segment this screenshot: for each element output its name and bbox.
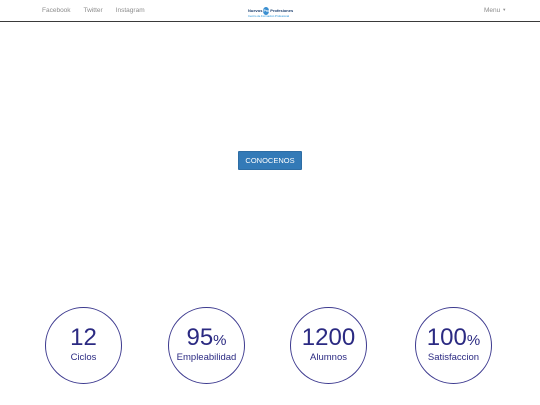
stat-value: 100% [416, 325, 491, 354]
stat-number: 12 [70, 324, 97, 351]
menu-toggle[interactable]: Menu ▼ [484, 7, 506, 14]
stat-number: 95 [186, 324, 214, 351]
stat-number: 1200 [301, 324, 356, 351]
stat-value: 12 [46, 325, 121, 354]
logo-tagline: Centro de Formación Profesional [248, 14, 290, 18]
stat-value: 1200 [291, 325, 366, 354]
stat-label: Alumnos [310, 352, 347, 363]
stat-label: Satisfaccion [427, 352, 480, 363]
social-links: Facebook Twitter Instagram [42, 7, 145, 14]
stat-ciclos: 12 Ciclos [45, 307, 122, 384]
logo-word-right: Profesiones [270, 8, 294, 13]
caret-down-icon: ▼ [502, 7, 507, 12]
stat-unit: % [466, 332, 481, 349]
brand-logo[interactable]: Nuevos Pro Profesiones Centro de Formaci… [248, 6, 294, 20]
top-navbar: Facebook Twitter Instagram Nuevos Pro Pr… [0, 0, 540, 22]
stat-alumnos: 1200 Alumnos [290, 307, 367, 384]
stat-unit: % [213, 332, 227, 349]
logo-word-left: Nuevos [248, 8, 263, 13]
menu-label: Menu [484, 7, 501, 14]
instagram-link[interactable]: Instagram [116, 7, 145, 14]
stat-empleabilidad: 95% Empleabilidad [168, 307, 245, 384]
facebook-link[interactable]: Facebook [42, 7, 71, 14]
conocenos-button[interactable]: CONOCENOS [238, 151, 302, 170]
stat-number: 100 [426, 324, 467, 351]
stat-label: Empleabilidad [176, 352, 237, 363]
twitter-link[interactable]: Twitter [84, 7, 103, 14]
stat-value: 95% [169, 325, 244, 354]
stat-satisfaccion: 100% Satisfaccion [415, 307, 492, 384]
stat-label: Ciclos [70, 352, 97, 363]
